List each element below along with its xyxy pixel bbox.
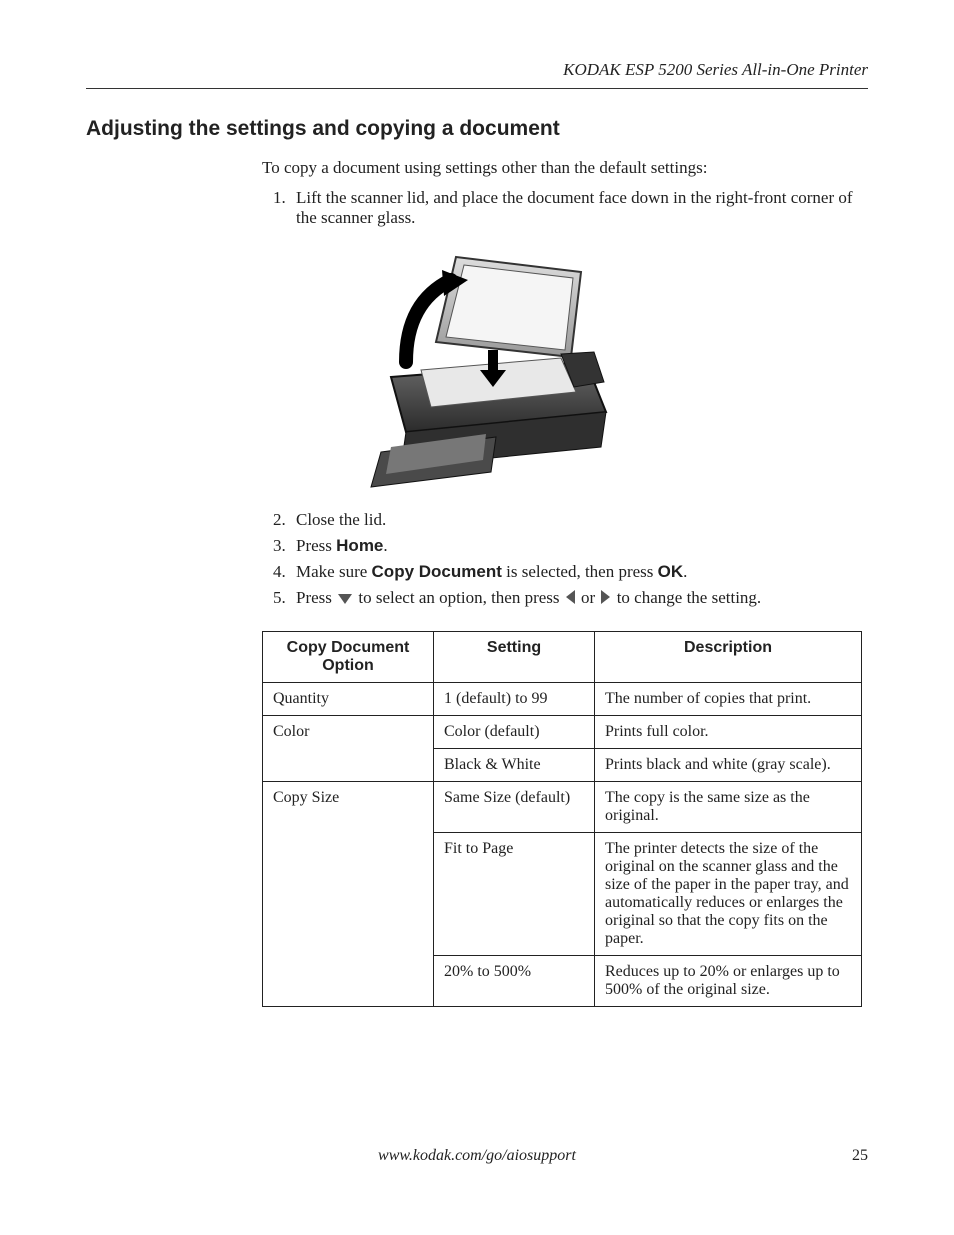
cell-setting: 1 (default) to 99 xyxy=(434,683,595,716)
step-5-mid: to select an option, then press xyxy=(354,588,564,607)
running-header: KODAK ESP 5200 Series All-in-One Printer xyxy=(86,60,868,89)
copy-options-table: Copy Document Option Setting Description… xyxy=(262,631,862,1007)
steps-list-cont: Close the lid. Press Home. Make sure Cop… xyxy=(262,510,868,609)
printer-illustration xyxy=(336,242,636,492)
step-3-post: . xyxy=(383,536,387,555)
cell-option: Color xyxy=(263,716,434,782)
page-footer: www.kodak.com/go/aiosupport 25 xyxy=(86,1147,868,1165)
right-arrow-icon xyxy=(601,589,610,609)
cell-desc: Prints full color. xyxy=(595,716,862,749)
left-arrow-icon xyxy=(566,589,575,609)
intro-text: To copy a document using settings other … xyxy=(262,158,868,178)
cell-setting: Black & White xyxy=(434,749,595,782)
table-row: Copy Size Same Size (default) The copy i… xyxy=(263,782,862,833)
table-row: Color Color (default) Prints full color. xyxy=(263,716,862,749)
step-1: Lift the scanner lid, and place the docu… xyxy=(290,188,868,228)
step-5-pre: Press xyxy=(296,588,336,607)
cell-setting: Same Size (default) xyxy=(434,782,595,833)
cell-setting: 20% to 500% xyxy=(434,956,595,1007)
step-5-or: or xyxy=(577,588,600,607)
col-header-description: Description xyxy=(595,632,862,683)
cell-desc: The copy is the same size as the origina… xyxy=(595,782,862,833)
down-arrow-icon xyxy=(338,589,352,609)
step-4-post: . xyxy=(683,562,687,581)
section-heading: Adjusting the settings and copying a doc… xyxy=(86,117,868,141)
step-3: Press Home. xyxy=(290,536,868,556)
step-4: Make sure Copy Document is selected, the… xyxy=(290,562,868,582)
cell-setting: Color (default) xyxy=(434,716,595,749)
step-5: Press to select an option, then press or… xyxy=(290,588,868,609)
step-2: Close the lid. xyxy=(290,510,868,530)
copy-document-label: Copy Document xyxy=(372,562,502,581)
cell-option: Quantity xyxy=(263,683,434,716)
cell-setting: Fit to Page xyxy=(434,833,595,956)
col-header-setting: Setting xyxy=(434,632,595,683)
steps-list: Lift the scanner lid, and place the docu… xyxy=(262,188,868,228)
cell-desc: The number of copies that print. xyxy=(595,683,862,716)
table-row: Quantity 1 (default) to 99 The number of… xyxy=(263,683,862,716)
footer-url: www.kodak.com/go/aiosupport xyxy=(86,1147,868,1165)
step-5-post: to change the setting. xyxy=(612,588,761,607)
step-4-pre: Make sure xyxy=(296,562,372,581)
home-button-label: Home xyxy=(336,536,383,555)
step-3-pre: Press xyxy=(296,536,336,555)
cell-desc: Reduces up to 20% or enlarges up to 500%… xyxy=(595,956,862,1007)
cell-desc: Prints black and white (gray scale). xyxy=(595,749,862,782)
cell-desc: The printer detects the size of the orig… xyxy=(595,833,862,956)
col-header-option: Copy Document Option xyxy=(263,632,434,683)
page-number: 25 xyxy=(852,1147,868,1165)
ok-button-label: OK xyxy=(658,562,684,581)
cell-option: Copy Size xyxy=(263,782,434,1007)
step-4-mid: is selected, then press xyxy=(502,562,658,581)
